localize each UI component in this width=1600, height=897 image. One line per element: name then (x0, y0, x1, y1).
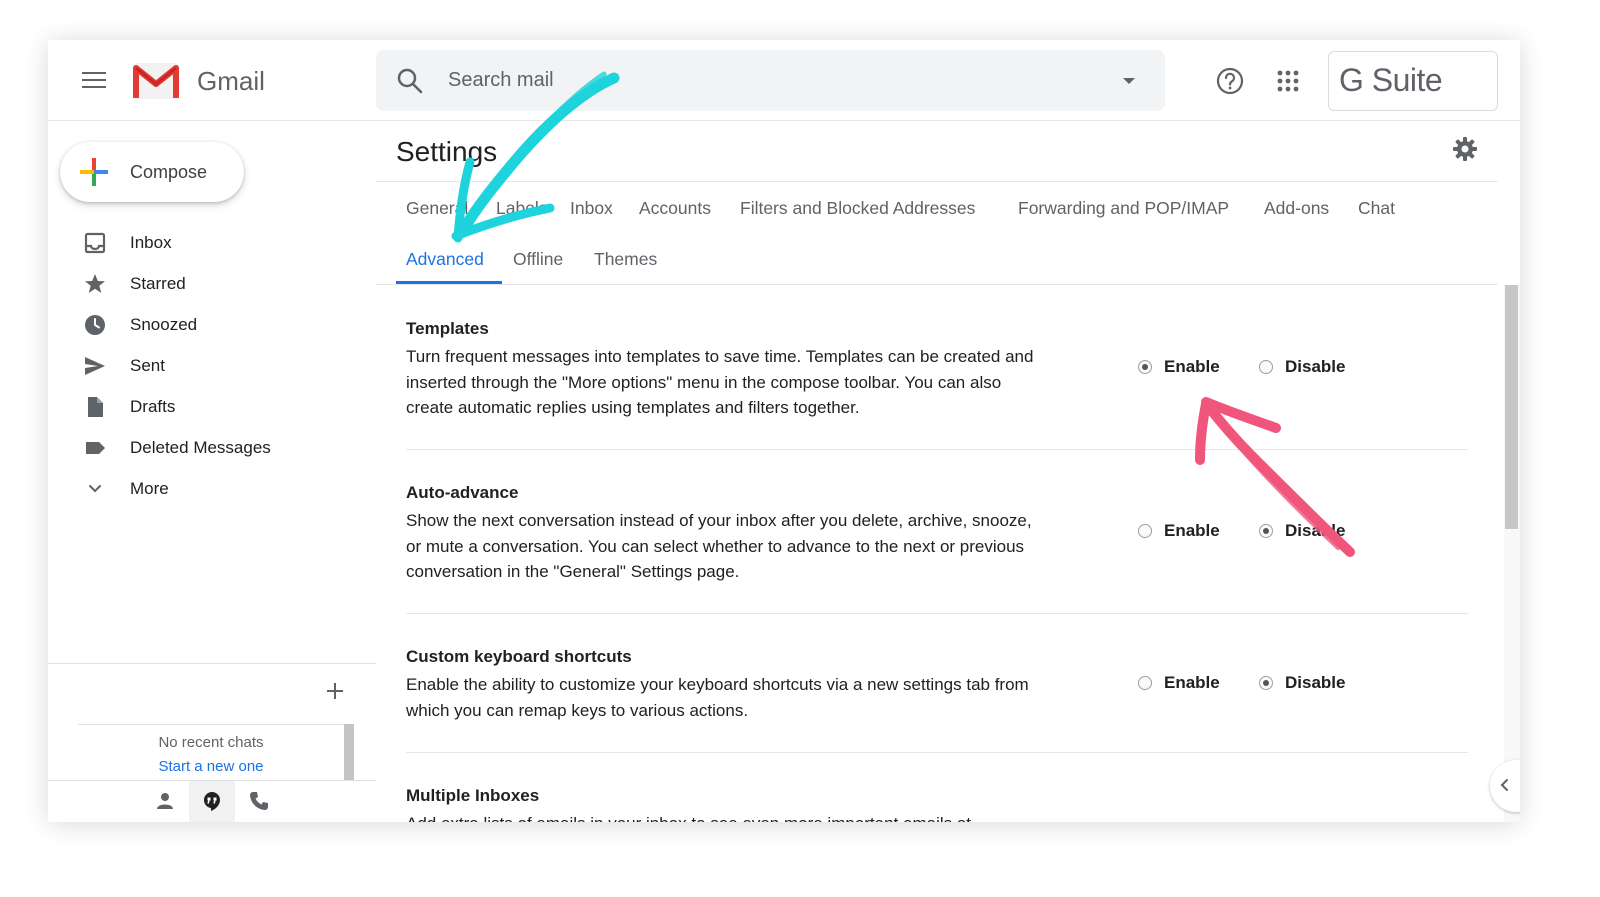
tab-chat[interactable]: Chat (1358, 198, 1395, 219)
templates-enable-radio[interactable]: Enable (1138, 357, 1220, 377)
setting-description: Add extra lists of emails in your inbox … (406, 811, 1106, 822)
sidebar-item-label: Snoozed (130, 315, 198, 334)
sidebar-item-label: More (130, 479, 169, 498)
tab-forwarding-and-pop-imap[interactable]: Forwarding and POP/IMAP (1018, 198, 1229, 219)
gmail-logo-icon[interactable] (132, 62, 180, 100)
radio-unselected-icon (1138, 676, 1152, 690)
page-title: Settings (396, 136, 498, 167)
draft-icon (88, 397, 103, 417)
shortcuts-enable-radio[interactable]: Enable (1138, 673, 1220, 693)
tab-filters-and-blocked-addresses[interactable]: Filters and Blocked Addresses (740, 198, 975, 219)
chevron-left-icon (1500, 779, 1508, 791)
settings-scrollbar[interactable] (1504, 285, 1520, 822)
radio-unselected-icon (1138, 524, 1152, 538)
send-icon (85, 357, 105, 375)
tab-labels[interactable]: Labels (496, 198, 548, 219)
search-bar[interactable]: Search mail (376, 50, 1165, 111)
radio-label: Disable (1285, 357, 1346, 376)
chat-divider (48, 663, 376, 664)
compose-plus-icon (80, 158, 108, 186)
inbox-icon (84, 232, 106, 254)
phone-icon (250, 792, 268, 810)
start-new-chat-link[interactable]: Start a new one (78, 758, 344, 775)
search-icon[interactable] (396, 67, 424, 95)
compose-label: Compose (130, 162, 208, 182)
sidebar-item-snoozed[interactable]: Snoozed (48, 305, 376, 346)
search-input[interactable]: Search mail (448, 69, 554, 92)
sidebar-nav: Inbox Starred Snoozed Sent Drafts Delete… (48, 223, 376, 510)
clock-icon (85, 315, 105, 335)
contacts-tab[interactable] (142, 781, 188, 822)
phone-tab[interactable] (236, 781, 282, 822)
label-icon (86, 442, 105, 454)
setting-description: Enable the ability to customize your key… (406, 675, 1029, 720)
search-options-icon[interactable] (1123, 78, 1135, 84)
setting-title: Multiple Inboxes (406, 786, 540, 805)
compose-button[interactable]: Compose (60, 142, 244, 202)
hangouts-icon (203, 792, 220, 811)
sidebar-item-label: Deleted Messages (130, 438, 271, 457)
tab-offline[interactable]: Offline (513, 249, 563, 270)
star-icon (85, 274, 105, 293)
radio-selected-icon (1138, 360, 1152, 374)
setting-divider (406, 752, 1468, 753)
gear-icon[interactable] (1452, 136, 1478, 162)
setting-title: Custom keyboard shortcuts (406, 647, 632, 666)
radio-unselected-icon (1259, 360, 1273, 374)
gsuite-account-button[interactable]: G Suite (1328, 51, 1498, 111)
radio-selected-icon (1259, 676, 1273, 690)
auto-advance-enable-radio[interactable]: Enable (1138, 521, 1220, 541)
auto-advance-disable-radio[interactable]: Disable (1259, 521, 1345, 541)
tab-accounts[interactable]: Accounts (639, 198, 711, 219)
hangouts-tab[interactable] (189, 781, 235, 822)
templates-disable-radio[interactable]: Disable (1259, 357, 1345, 377)
radio-label: Enable (1164, 673, 1220, 692)
setting-title: Auto-advance (406, 483, 519, 502)
tab-add-ons[interactable]: Add-ons (1264, 198, 1329, 219)
sidebar-item-inbox[interactable]: Inbox (48, 223, 376, 264)
sidebar-item-label: Starred (130, 274, 186, 293)
shortcuts-disable-radio[interactable]: Disable (1259, 673, 1345, 693)
gsuite-label: G Suite (1339, 62, 1443, 98)
chat-tabs (48, 780, 376, 822)
chat-scrollbar[interactable] (344, 724, 354, 780)
setting-divider (406, 449, 1468, 450)
sidebar-item-deleted-messages[interactable]: Deleted Messages (48, 428, 376, 469)
setting-description: Turn frequent messages into templates to… (406, 347, 1034, 417)
scrollbar-thumb[interactable] (1505, 285, 1518, 529)
apps-grid-icon[interactable] (1277, 70, 1299, 92)
gmail-window: Gmail Search mail G Suite Compose Inbox … (48, 40, 1520, 822)
main-menu-icon[interactable] (82, 72, 106, 90)
sidebar-item-label: Drafts (130, 397, 176, 416)
tab-inbox[interactable]: Inbox (570, 198, 613, 219)
radio-label: Disable (1285, 673, 1346, 692)
tab-general[interactable]: General (406, 198, 468, 219)
sidebar-item-starred[interactable]: Starred (48, 264, 376, 305)
new-chat-plus-icon[interactable] (325, 681, 345, 701)
help-icon[interactable] (1216, 67, 1244, 95)
tab-themes[interactable]: Themes (594, 249, 657, 270)
settings-content: Templates Turn frequent messages into te… (376, 285, 1501, 822)
sidebar-item-drafts[interactable]: Drafts (48, 387, 376, 428)
sidebar-item-more[interactable]: More (48, 469, 376, 510)
tab-advanced[interactable]: Advanced (406, 249, 484, 270)
person-icon (157, 793, 173, 809)
chevron-down-icon (89, 485, 101, 493)
setting-description: Show the next conversation instead of yo… (406, 511, 1032, 581)
radio-label: Enable (1164, 521, 1220, 540)
sidebar-item-label: Inbox (130, 233, 172, 252)
setting-title: Templates (406, 319, 489, 338)
radio-selected-icon (1259, 524, 1273, 538)
sidebar-item-label: Sent (130, 356, 165, 375)
radio-label: Disable (1285, 521, 1346, 540)
top-bar: Gmail Search mail G Suite (48, 40, 1520, 121)
tabs-divider-top (376, 181, 1498, 182)
app-name: Gmail (197, 66, 265, 96)
radio-label: Enable (1164, 357, 1220, 376)
setting-divider (406, 613, 1468, 614)
sidebar-item-sent[interactable]: Sent (48, 346, 376, 387)
no-recent-chats-text: No recent chats (158, 734, 264, 751)
